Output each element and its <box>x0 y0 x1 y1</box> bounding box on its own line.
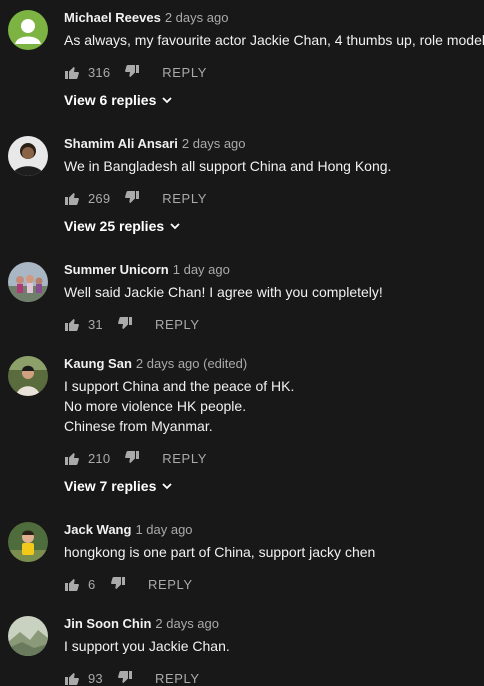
comment-actions: 6 REPLY <box>64 576 193 592</box>
published-time[interactable]: 2 days ago <box>182 136 246 151</box>
comment-text: As always, my favourite actor Jackie Cha… <box>64 30 484 50</box>
reply-button[interactable]: REPLY <box>155 317 200 332</box>
view-replies-label: View 6 replies <box>64 92 157 108</box>
view-replies-button[interactable]: View 25 replies <box>64 216 182 236</box>
dislike-button[interactable] <box>110 576 126 592</box>
published-time[interactable]: 1 day ago <box>173 262 230 277</box>
reply-button[interactable]: REPLY <box>162 451 207 466</box>
comment-header: Jack Wang 1 day ago <box>64 520 484 540</box>
author-avatar[interactable] <box>8 136 48 176</box>
view-replies-button[interactable]: View 7 replies <box>64 476 174 496</box>
comment-header: Shamim Ali Ansari 2 days ago <box>64 134 484 154</box>
thumbs-down-icon <box>125 191 140 203</box>
published-time[interactable]: 2 days ago <box>165 10 229 25</box>
comment-text: hongkong is one part of China, support j… <box>64 542 484 562</box>
person-photo-avatar-icon <box>8 136 48 176</box>
comment-actions: 31 REPLY <box>64 316 200 332</box>
child-photo-avatar-icon <box>8 522 48 562</box>
comment-body: Jack Wang 1 day ago hongkong is one part … <box>64 520 484 562</box>
comment-line: I support China and the peace of HK. <box>64 378 295 394</box>
default-user-avatar-icon <box>8 10 48 50</box>
like-count: 6 <box>88 576 96 592</box>
comment-body: Shamim Ali Ansari 2 days ago We in Bangla… <box>64 134 484 176</box>
comment-header: Jin Soon Chin 2 days ago <box>64 614 484 634</box>
comment-text: I support you Jackie Chan. <box>64 636 484 656</box>
comment-body: Kaung San 2 days ago (edited) I support C… <box>64 354 484 436</box>
thumbs-up-icon <box>65 453 79 465</box>
like-count: 31 <box>88 316 103 332</box>
reply-button[interactable]: REPLY <box>148 577 193 592</box>
dislike-button[interactable] <box>124 190 140 206</box>
published-time[interactable]: 1 day ago <box>135 522 192 537</box>
group-photo-avatar-icon <box>8 262 48 302</box>
view-replies-label: View 25 replies <box>64 218 165 234</box>
comment-line: Well said Jackie Chan! I agree with you … <box>64 284 383 300</box>
comment-body: Jin Soon Chin 2 days ago I support you Ja… <box>64 614 484 656</box>
like-button[interactable] <box>64 450 80 466</box>
chevron-down-icon <box>168 219 182 233</box>
like-count: 210 <box>88 450 111 466</box>
author-name[interactable]: Michael Reeves <box>64 10 161 25</box>
comment-text: We in Bangladesh all support China and H… <box>64 156 484 176</box>
comment-body: Michael Reeves 2 days ago As always, my f… <box>64 8 484 50</box>
dislike-button[interactable] <box>117 316 133 332</box>
comment-line: We in Bangladesh all support China and H… <box>64 158 392 174</box>
author-name[interactable]: Jack Wang <box>64 522 131 537</box>
author-avatar[interactable] <box>8 356 48 396</box>
comment-header: Michael Reeves 2 days ago <box>64 8 484 28</box>
thumbs-up-icon <box>65 579 79 591</box>
comment-actions: 316 REPLY <box>64 64 207 80</box>
reply-button[interactable]: REPLY <box>162 191 207 206</box>
thumbs-up-icon <box>65 193 79 205</box>
landscape-photo-avatar-icon <box>8 616 48 656</box>
view-replies-button[interactable]: View 6 replies <box>64 90 174 110</box>
comment-line: Chinese from Myanmar. <box>64 418 213 434</box>
like-button[interactable] <box>64 190 80 206</box>
comment-header: Summer Unicorn 1 day ago <box>64 260 484 280</box>
comment-line: hongkong is one part of China, support j… <box>64 544 376 560</box>
dislike-button[interactable] <box>124 450 140 466</box>
comment-header: Kaung San 2 days ago (edited) <box>64 354 484 374</box>
comment-body: Summer Unicorn 1 day ago Well said Jackie… <box>64 260 484 302</box>
chevron-down-icon <box>160 479 174 493</box>
comment-text: I support China and the peace of HK. No … <box>64 376 484 436</box>
person-photo-avatar-icon <box>8 356 48 396</box>
comment-line: As always, my favourite actor Jackie Cha… <box>64 32 484 48</box>
comment-text: Well said Jackie Chan! I agree with you … <box>64 282 484 302</box>
like-count: 269 <box>88 190 111 206</box>
thumbs-down-icon <box>111 577 125 589</box>
like-button[interactable] <box>64 576 80 592</box>
thumbs-down-icon <box>118 317 132 329</box>
like-count: 316 <box>88 64 111 80</box>
author-avatar[interactable] <box>8 262 48 302</box>
reply-button[interactable]: REPLY <box>155 671 200 686</box>
comment-line: No more violence HK people. <box>64 398 247 414</box>
published-time[interactable]: 2 days ago (edited) <box>136 356 247 371</box>
author-avatar[interactable] <box>8 10 48 50</box>
author-name[interactable]: Shamim Ali Ansari <box>64 136 178 151</box>
author-avatar[interactable] <box>8 522 48 562</box>
thumbs-up-icon <box>65 67 79 79</box>
like-count: 93 <box>88 670 103 686</box>
view-replies-label: View 7 replies <box>64 478 157 494</box>
thumbs-up-icon <box>65 319 79 331</box>
reply-button[interactable]: REPLY <box>162 65 207 80</box>
published-time[interactable]: 2 days ago <box>155 616 219 631</box>
chevron-down-icon <box>160 93 174 107</box>
author-avatar[interactable] <box>8 616 48 656</box>
thumbs-down-icon <box>125 65 140 77</box>
comment-actions: 210 REPLY <box>64 450 207 466</box>
author-name[interactable]: Summer Unicorn <box>64 262 169 277</box>
thumbs-down-icon <box>125 451 140 463</box>
dislike-button[interactable] <box>124 64 140 80</box>
like-button[interactable] <box>64 316 80 332</box>
like-button[interactable] <box>64 64 80 80</box>
comment-line: I support you Jackie Chan. <box>64 638 230 654</box>
author-name[interactable]: Kaung San <box>64 356 132 371</box>
author-name[interactable]: Jin Soon Chin <box>64 616 151 631</box>
comment-actions: 269 REPLY <box>64 190 207 206</box>
